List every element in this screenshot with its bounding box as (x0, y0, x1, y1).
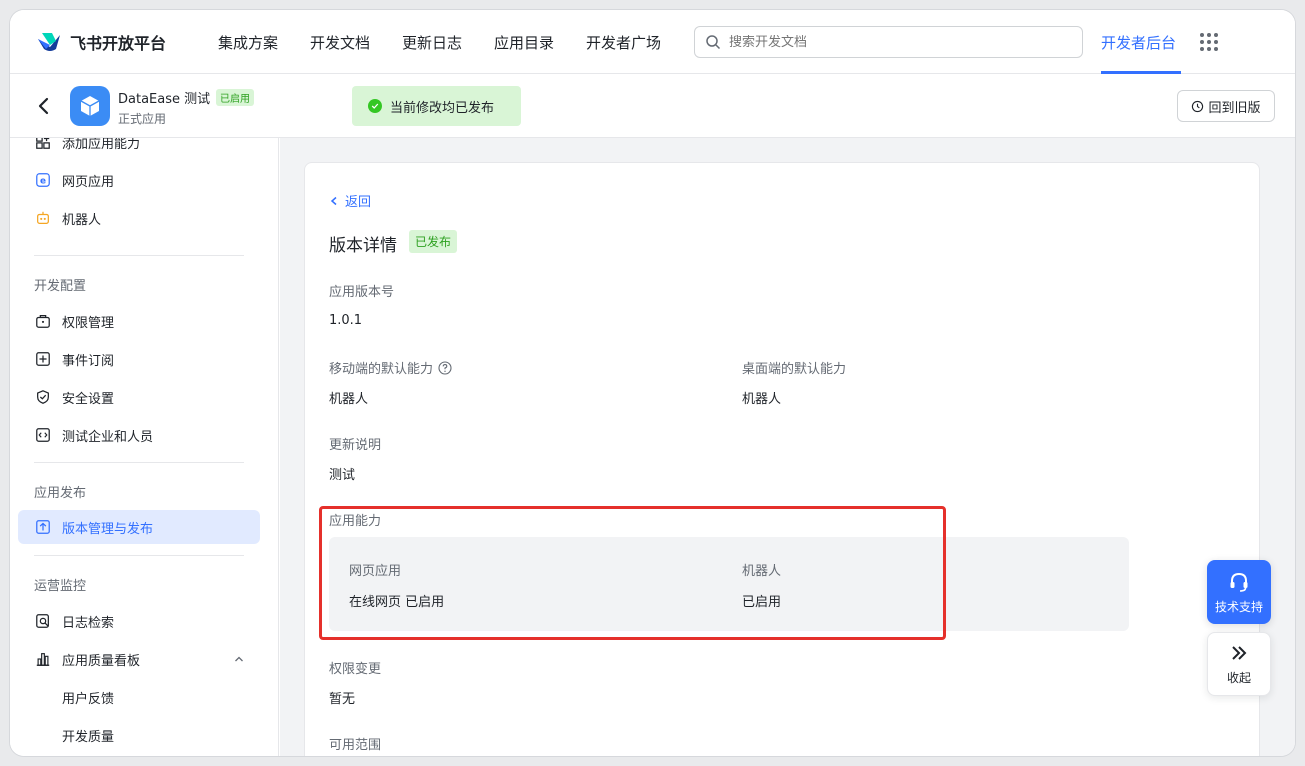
sidebar-item-user-feedback[interactable]: 用户反馈 (18, 680, 260, 714)
sidebar-item-bot[interactable]: 机器人 (18, 201, 260, 235)
nav-link-solutions[interactable]: 集成方案 (218, 32, 278, 53)
search-icon (706, 35, 721, 50)
app-header: DataEase 测试 已启用 正式应用 当前修改均已发布 回到旧版 (10, 74, 1295, 138)
nav-link-changelog[interactable]: 更新日志 (402, 32, 462, 53)
sidebar-group-ops: 运营监控 (34, 579, 87, 594)
nav-link-app-directory[interactable]: 应用目录 (494, 32, 554, 53)
sidebar-item-label: 事件订阅 (62, 353, 115, 369)
sidebar-item-test-tenants[interactable]: 测试企业和人员 (18, 418, 260, 452)
collapse-label: 收起 (1226, 670, 1251, 685)
nav-link-docs[interactable]: 开发文档 (310, 32, 370, 53)
app-window: 飞书开放平台 集成方案 开发文档 更新日志 应用目录 开发者广场 开发者后台 (10, 10, 1295, 756)
back-link[interactable]: 返回 (329, 191, 371, 210)
release-notes-label: 更新说明 (329, 438, 382, 453)
lock-briefcase-icon (34, 312, 52, 330)
nav-link-developer-plaza[interactable]: 开发者广场 (586, 32, 661, 53)
sidebar-item-version-management[interactable]: 版本管理与发布 (18, 510, 260, 544)
release-notes-value: 测试 (329, 468, 356, 483)
permission-change-label: 权限变更 (329, 662, 382, 677)
version-label: 应用版本号 (329, 285, 395, 300)
grid-plus-icon (34, 138, 52, 151)
back-arrow-icon[interactable] (36, 96, 50, 116)
availability-scope-label: 可用范围 (329, 738, 382, 753)
mobile-default-label: 移动端的默认能力 (329, 358, 452, 377)
brand-logo[interactable]: 飞书开放平台 (36, 30, 166, 54)
tech-support-label: 技术支持 (1214, 599, 1263, 614)
web-app-icon: e (34, 171, 52, 189)
nav-developer-console[interactable]: 开发者后台 (1101, 32, 1176, 53)
sidebar-divider (34, 555, 244, 556)
history-icon (1192, 100, 1204, 112)
search-box[interactable] (694, 26, 1083, 58)
top-navigation: 飞书开放平台 集成方案 开发文档 更新日志 应用目录 开发者广场 开发者后台 (10, 10, 1295, 74)
sidebar-item-quality-dashboard[interactable]: 应用质量看板 (18, 642, 260, 676)
double-chevron-right-icon (1232, 645, 1247, 660)
version-detail-card: 返回 版本详情 已发布 应用版本号 1.0.1 移动端的默认能力 机器人 桌面端… (304, 162, 1260, 756)
svg-text:e: e (40, 177, 46, 187)
sidebar-item-dev-quality[interactable]: 开发质量 (18, 718, 260, 752)
highlight-box (319, 506, 946, 640)
sidebar: 添加应用能力 e 网页应用 机器人 开发配置 权限管理 事件订阅 安全设置 测试… (10, 138, 279, 756)
sidebar-item-label: 安全设置 (62, 391, 115, 407)
bar-chart-icon (34, 650, 52, 668)
publish-status-toast: 当前修改均已发布 (352, 86, 521, 126)
sidebar-item-label: 版本管理与发布 (62, 521, 154, 537)
check-circle-icon (368, 99, 382, 113)
sidebar-item-security[interactable]: 安全设置 (18, 380, 260, 414)
revert-button-label: 回到旧版 (1208, 100, 1261, 116)
sidebar-item-label: 网页应用 (62, 174, 115, 190)
sidebar-item-label: 机器人 (62, 212, 102, 228)
desktop-default-label: 桌面端的默认能力 (742, 362, 847, 377)
log-search-icon (34, 612, 52, 630)
sidebar-item-event-subscription[interactable]: 事件订阅 (18, 342, 260, 376)
plus-square-icon (34, 350, 52, 368)
sidebar-item-web-app[interactable]: e 网页应用 (18, 163, 260, 197)
app-status-badge: 已启用 (216, 89, 254, 106)
revert-to-old-version-button[interactable]: 回到旧版 (1177, 90, 1275, 122)
shield-icon (34, 388, 52, 406)
toast-text: 当前修改均已发布 (390, 100, 495, 116)
collapse-button[interactable]: 收起 (1207, 632, 1271, 696)
sidebar-group-publish: 应用发布 (34, 486, 87, 501)
sidebar-divider (34, 462, 244, 463)
search-input[interactable] (729, 34, 1069, 50)
app-type: 正式应用 (118, 112, 167, 126)
sidebar-item-label: 用户反馈 (62, 691, 115, 707)
headset-icon (1230, 572, 1248, 592)
sidebar-item-label: 添加应用能力 (62, 138, 141, 152)
sidebar-item-permissions[interactable]: 权限管理 (18, 304, 260, 338)
chevron-up-icon (235, 656, 243, 662)
tech-support-button[interactable]: 技术支持 (1207, 560, 1271, 624)
sidebar-item-label: 日志检索 (62, 615, 115, 631)
feishu-logo-icon (38, 33, 60, 51)
robot-icon (34, 209, 52, 227)
page-title: 版本详情 (329, 236, 397, 256)
sidebar-divider (34, 255, 244, 256)
sidebar-item-add-capability[interactable]: 添加应用能力 (18, 138, 260, 159)
mobile-default-label-text: 移动端的默认能力 (329, 362, 434, 377)
app-name: DataEase 测试 (118, 92, 211, 107)
apps-grid-icon[interactable] (1200, 33, 1218, 51)
mobile-default-value: 机器人 (329, 392, 369, 407)
sidebar-item-label: 测试企业和人员 (62, 429, 154, 445)
desktop-default-value: 机器人 (742, 392, 782, 407)
cube-icon (80, 96, 100, 116)
upload-icon (34, 518, 52, 536)
help-circle-icon[interactable] (438, 360, 452, 375)
brand-name: 飞书开放平台 (70, 34, 167, 53)
app-icon (70, 86, 110, 126)
sidebar-group-dev-config: 开发配置 (34, 279, 87, 294)
sidebar-item-label: 应用质量看板 (62, 653, 141, 669)
sidebar-item-label: 开发质量 (62, 729, 115, 745)
version-value: 1.0.1 (329, 313, 363, 328)
chevron-left-icon (330, 196, 337, 205)
code-icon (34, 426, 52, 444)
back-link-label: 返回 (345, 195, 372, 210)
permission-change-value: 暂无 (329, 692, 356, 707)
status-badge: 已发布 (409, 230, 458, 253)
main-content: 返回 版本详情 已发布 应用版本号 1.0.1 移动端的默认能力 机器人 桌面端… (280, 138, 1295, 756)
sidebar-item-label: 权限管理 (62, 315, 115, 331)
sidebar-item-log-search[interactable]: 日志检索 (18, 604, 260, 638)
